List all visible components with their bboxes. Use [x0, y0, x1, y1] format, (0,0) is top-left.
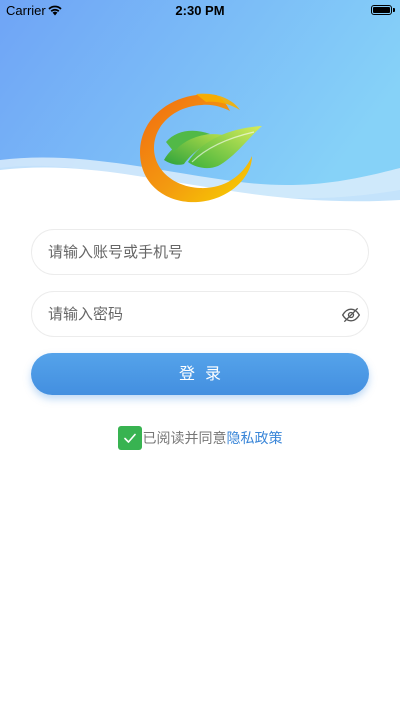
login-button-label: 登录: [178, 364, 231, 383]
agree-checkbox[interactable]: [117, 426, 142, 450]
agree-text: 已阅读并同意: [142, 431, 227, 447]
checkmark-icon: [123, 433, 136, 443]
login-button[interactable]: 登录: [31, 353, 369, 395]
privacy-policy-link[interactable]: 隐私政策: [227, 428, 283, 448]
privacy-agreement: 已阅读并同意 隐私政策: [0, 426, 400, 450]
battery-cap: [393, 8, 395, 12]
password-field[interactable]: [31, 291, 369, 337]
account-field[interactable]: [31, 229, 369, 275]
app-logo: [140, 93, 262, 203]
login-screen: Carrier 2:30 PM 请输入账号或手机号 登录 已阅读并同意 隐私政策: [0, 0, 400, 710]
account-input[interactable]: [48, 230, 328, 274]
status-time: 2:30 PM: [175, 3, 225, 18]
password-input[interactable]: [48, 292, 328, 336]
battery-fill: [373, 7, 390, 13]
status-bar: Carrier 2:30 PM: [0, 0, 400, 22]
battery-icon: [371, 5, 392, 15]
eye-off-icon[interactable]: [341, 305, 361, 325]
